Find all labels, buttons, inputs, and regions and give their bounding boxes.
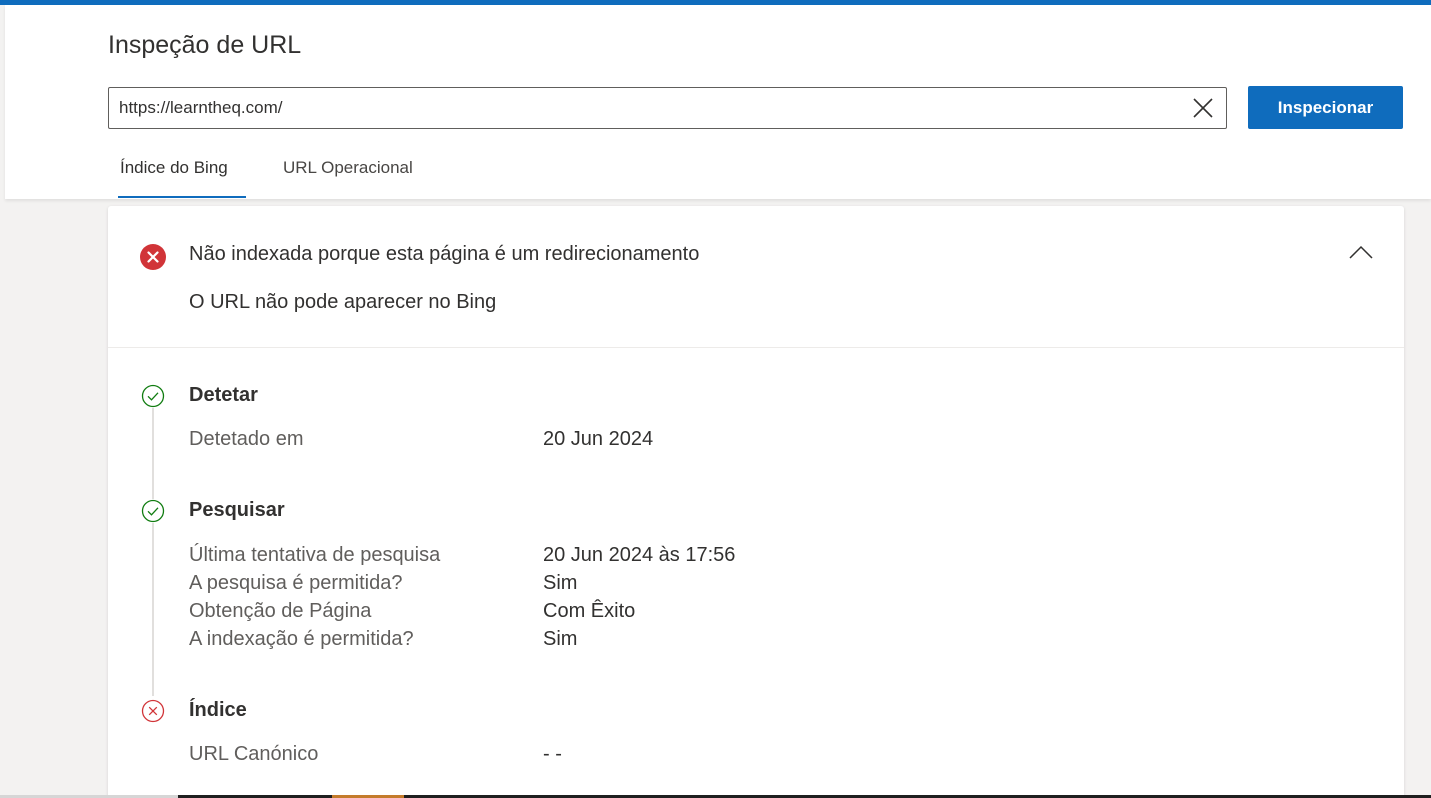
tab-bing-index[interactable]: Índice do Bing [120,158,228,178]
row-value: 20 Jun 2024 às 17:56 [543,544,736,566]
error-circle-icon [141,699,165,723]
page-title: Inspeção de URL [108,31,302,59]
selected-tab-indicator [118,196,246,198]
check-circle-icon [141,384,165,408]
step-title-detect: Detetar [189,384,258,406]
inspection-result-card: Não indexada porque esta página é um red… [108,206,1404,798]
tab-live-url[interactable]: URL Operacional [283,158,413,178]
row-label: Obtenção de Página [189,600,372,622]
row-value: Com Êxito [543,600,636,622]
url-input[interactable] [119,88,1169,128]
error-icon [140,244,166,270]
url-search-box [108,87,1227,129]
row-value: 20 Jun 2024 [543,428,654,450]
chevron-up-icon[interactable] [1348,242,1374,262]
timeline-line [152,406,154,696]
status-title: Não indexada porque esta página é um red… [189,243,700,265]
row-value: Sim [543,628,578,650]
row-label: URL Canónico [189,743,319,765]
step-title-crawl: Pesquisar [189,499,285,521]
row-label: A indexação é permitida? [189,628,414,650]
inspect-button[interactable]: Inspecionar [1248,86,1403,129]
step-title-index: Índice [189,699,247,721]
close-icon[interactable] [1191,96,1215,120]
row-value: Sim [543,572,578,594]
check-circle-icon [141,499,165,523]
row-value: - - [543,743,562,765]
row-label: Última tentativa de pesquisa [189,544,441,566]
row-label: A pesquisa é permitida? [189,572,403,594]
status-subtitle: O URL não pode aparecer no Bing [189,291,497,313]
card-divider [108,347,1404,348]
row-label: Detetado em [189,428,304,450]
